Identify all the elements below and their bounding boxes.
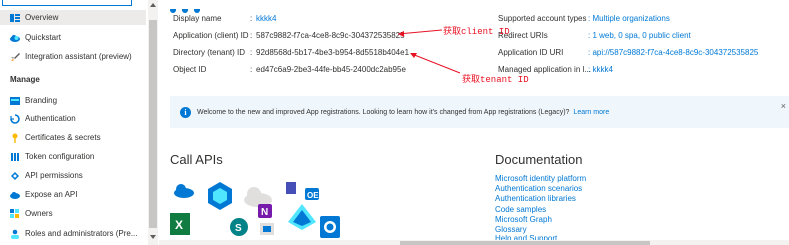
doc-link[interactable]: Glossary	[495, 225, 527, 234]
svg-text:OE: OE	[307, 191, 319, 200]
doc-link[interactable]: Microsoft identity platform	[495, 174, 586, 183]
onenote-icon: N	[258, 204, 272, 218]
info-banner: i Welcome to the new and improved App re…	[170, 96, 789, 128]
azure-cloud-icon	[174, 184, 194, 198]
outlook-icon	[320, 216, 340, 238]
doc-link[interactable]: Authentication libraries	[495, 194, 576, 203]
planner-icon	[260, 223, 274, 235]
svg-text:S: S	[235, 223, 242, 234]
service-icons-illustration: N OE X S	[170, 182, 340, 238]
dynamics-icon	[208, 182, 232, 210]
exchange-icon: OE	[305, 188, 319, 200]
doc-link[interactable]: Microsoft Graph	[495, 215, 552, 224]
info-icon: i	[180, 106, 191, 118]
close-icon[interactable]: ×	[781, 101, 786, 111]
tenant-id-annotation: 获取tenant ID	[462, 75, 529, 85]
arrow-head	[398, 31, 404, 37]
banner-text: Welcome to the new and improved App regi…	[197, 108, 570, 116]
svg-text:X: X	[175, 218, 183, 232]
client-id-annotation: 获取client ID	[443, 27, 510, 37]
documentation-heading: Documentation	[495, 152, 583, 167]
azure-ad-icon	[288, 204, 316, 230]
sharepoint-icon: S	[230, 218, 248, 236]
svg-text:N: N	[261, 207, 268, 218]
horizontal-scroll-thumb[interactable]	[400, 241, 650, 245]
excel-icon: X	[170, 213, 190, 235]
call-apis-heading: Call APIs	[170, 152, 223, 167]
doc-link[interactable]: Code samples	[495, 205, 546, 214]
learn-more-link[interactable]: Learn more	[573, 109, 609, 116]
doc-link[interactable]: Authentication scenarios	[495, 184, 582, 193]
teams-icon	[286, 182, 296, 194]
